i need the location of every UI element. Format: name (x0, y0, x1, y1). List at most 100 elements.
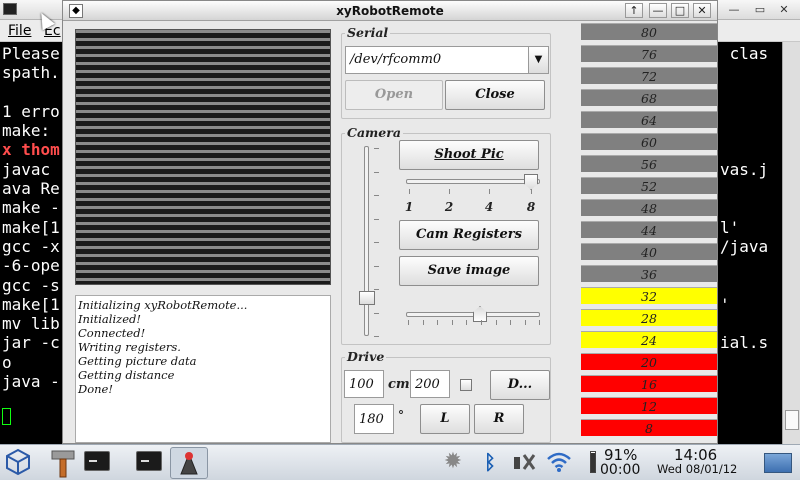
terminal-line: Please (2, 44, 60, 63)
window-title: xyRobotRemote (336, 4, 444, 18)
terminal-line: x thom (2, 140, 60, 160)
scale-slider-thumb[interactable] (524, 174, 538, 190)
distance-bar: 32 (581, 287, 717, 304)
tick-mark (422, 320, 424, 325)
xyrobotremote-window[interactable]: ◆ xyRobotRemote ↑ — □ ✕ Initializing xyR… (62, 0, 718, 444)
terminal-line: ' (720, 294, 730, 314)
maximize-icon[interactable]: □ (671, 3, 689, 18)
distance-unit-label: cm (388, 377, 410, 392)
scale-tick-label: 8 (526, 200, 536, 214)
terminal-output: Please spath. 1 erro make: x thom javac ava R… (2, 44, 62, 391)
tick-mark (524, 320, 526, 325)
tick-mark (489, 189, 490, 194)
distance-bar: 68 (581, 89, 717, 106)
terminal-scrollbar[interactable] (782, 42, 800, 444)
drive-dialog-button[interactable]: D... (490, 370, 550, 400)
brightness-icon[interactable]: ✹ (440, 447, 466, 479)
vertical-slider-track[interactable] (364, 146, 369, 336)
horizontal-slider-thumb[interactable] (473, 306, 487, 322)
desktop-icon[interactable] (764, 453, 792, 473)
distance-bar: 48 (581, 199, 717, 216)
terminal-line: javac (2, 159, 51, 179)
open-button[interactable]: Open (345, 80, 443, 110)
distance-bar: 24 (581, 331, 717, 348)
log-line: Done! (78, 382, 113, 396)
terminal-icon[interactable] (136, 451, 162, 471)
tick-mark (449, 189, 450, 194)
terminal-icon (3, 3, 17, 15)
minimize-icon[interactable]: — (649, 3, 667, 18)
scale-slider-track[interactable] (406, 179, 540, 184)
distance-input[interactable] (344, 370, 384, 398)
tick-mark (374, 312, 379, 314)
angle-unit-label: ° (398, 408, 404, 422)
camera-group-title: Camera (345, 125, 403, 140)
tick-mark (374, 195, 379, 196)
distance-bar: 20 (581, 353, 717, 370)
java-icon[interactable] (170, 447, 208, 479)
scrollbar-thumb[interactable] (785, 410, 799, 430)
menu-file[interactable]: File (8, 23, 31, 39)
terminal-line: vas.j (720, 159, 769, 179)
wifi-icon[interactable] (544, 447, 574, 479)
tick-mark (374, 265, 379, 267)
terminal-line: clas (720, 44, 769, 63)
speed-input[interactable] (410, 370, 450, 398)
log-line: Connected! (78, 326, 146, 340)
tick-mark (510, 320, 512, 325)
close-icon[interactable]: ✕ (693, 3, 711, 18)
angle-input[interactable] (354, 404, 394, 434)
tick-mark (437, 320, 439, 325)
close-button[interactable]: Close (445, 80, 545, 110)
network-tools-icon[interactable] (510, 447, 538, 479)
camera-group: Camera Shoot Pic 1 2 4 8 Cam Registers S… (341, 125, 551, 345)
shoot-pic-label: Shoot Pic (434, 147, 504, 162)
close-icon[interactable]: ✕ (776, 3, 792, 17)
shoot-pic-button[interactable]: Shoot Pic (399, 140, 539, 170)
terminal-line: o (2, 352, 12, 372)
log-line: Initialized! (78, 312, 141, 326)
terminal-cursor (2, 408, 11, 425)
terminal-line: jar -c (2, 333, 60, 353)
window-titlebar[interactable]: ◆ xyRobotRemote ↑ — □ ✕ (63, 1, 717, 21)
tick-mark (374, 148, 379, 149)
log-line: Writing registers. (78, 340, 181, 354)
distance-bar: 28 (581, 309, 717, 326)
keep-above-icon[interactable]: ↑ (625, 3, 643, 18)
minimize-icon[interactable]: — (726, 3, 742, 17)
save-image-button[interactable]: Save image (399, 256, 539, 286)
hammer-icon[interactable] (46, 447, 80, 479)
tick-mark (409, 189, 410, 194)
clock-date[interactable]: Wed 08/01/12 (657, 462, 737, 476)
bluetooth-icon[interactable]: ᛒ (480, 447, 500, 479)
serial-port-select[interactable]: /dev/rfcomm0 ▼ (345, 46, 549, 74)
turn-right-button[interactable]: R (474, 404, 524, 434)
terminal-line: spath. (2, 63, 60, 83)
status-log: Initializing xyRobotRemote... Initialize… (75, 295, 331, 443)
turn-left-button[interactable]: L (420, 404, 470, 434)
chevron-down-icon[interactable]: ▼ (528, 47, 548, 73)
terminal-line: make[1 (2, 217, 60, 237)
vertical-slider-thumb[interactable] (359, 291, 375, 305)
tick-mark (374, 289, 379, 290)
restore-icon[interactable]: ▭ (752, 3, 768, 17)
cube-launcher-icon[interactable] (4, 447, 32, 479)
battery-icon (590, 451, 596, 473)
terminal-output-right: clas vas.j l'/java ' ial.s (720, 44, 782, 391)
terminal-line: -6-ope (2, 256, 60, 276)
option-checkbox[interactable] (460, 379, 472, 391)
tick-mark (495, 320, 497, 325)
cam-registers-button[interactable]: Cam Registers (399, 220, 539, 250)
distance-bar: 60 (581, 133, 717, 150)
terminal-icon[interactable] (84, 451, 110, 471)
log-line: Getting distance (78, 368, 175, 382)
distance-bar: 40 (581, 243, 717, 260)
tick-mark (374, 218, 379, 220)
